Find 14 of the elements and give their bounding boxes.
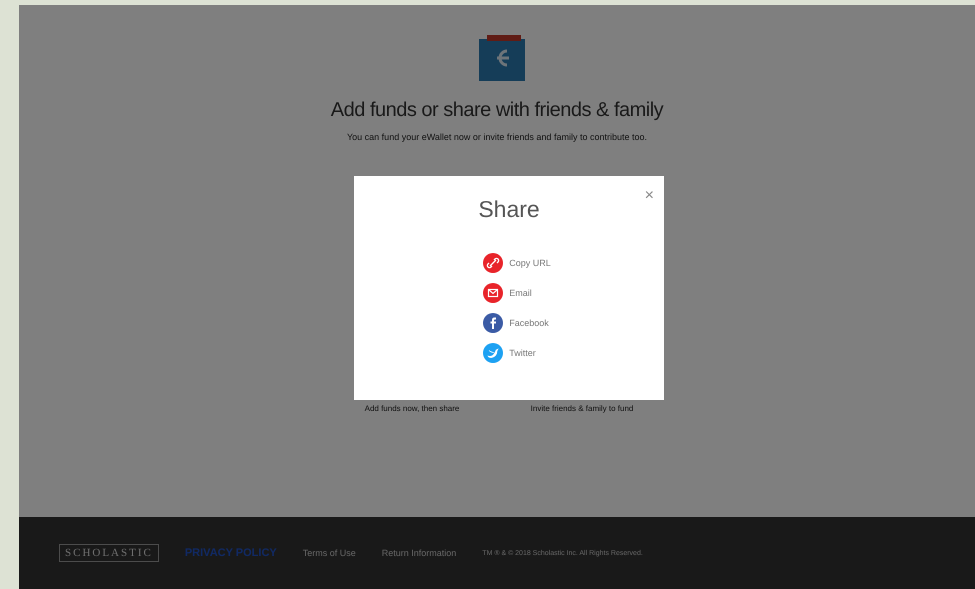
action-label: Add funds now, then share [364,404,460,413]
share-option[interactable]: Twitter [483,343,551,363]
share-option[interactable]: Facebook [483,313,551,333]
close-button[interactable]: × [642,188,656,204]
dialog-title: Share [478,196,540,223]
wallet-icon [479,35,525,81]
page-subtitle: You can fund your eWallet now or invite friends and family to contribute too. [346,132,647,142]
footer-logo[interactable]: SCHOLASTIC [59,544,159,562]
share-option[interactable]: Email [483,283,551,303]
share-option[interactable]: Copy URL [483,253,551,273]
page-title: Add funds or share with friends & family [330,99,664,122]
footer-link[interactable]: Terms of Use [302,548,356,558]
action-label: Invite friends & family to fund [530,404,634,413]
footer-link[interactable]: Return Information [382,548,456,558]
